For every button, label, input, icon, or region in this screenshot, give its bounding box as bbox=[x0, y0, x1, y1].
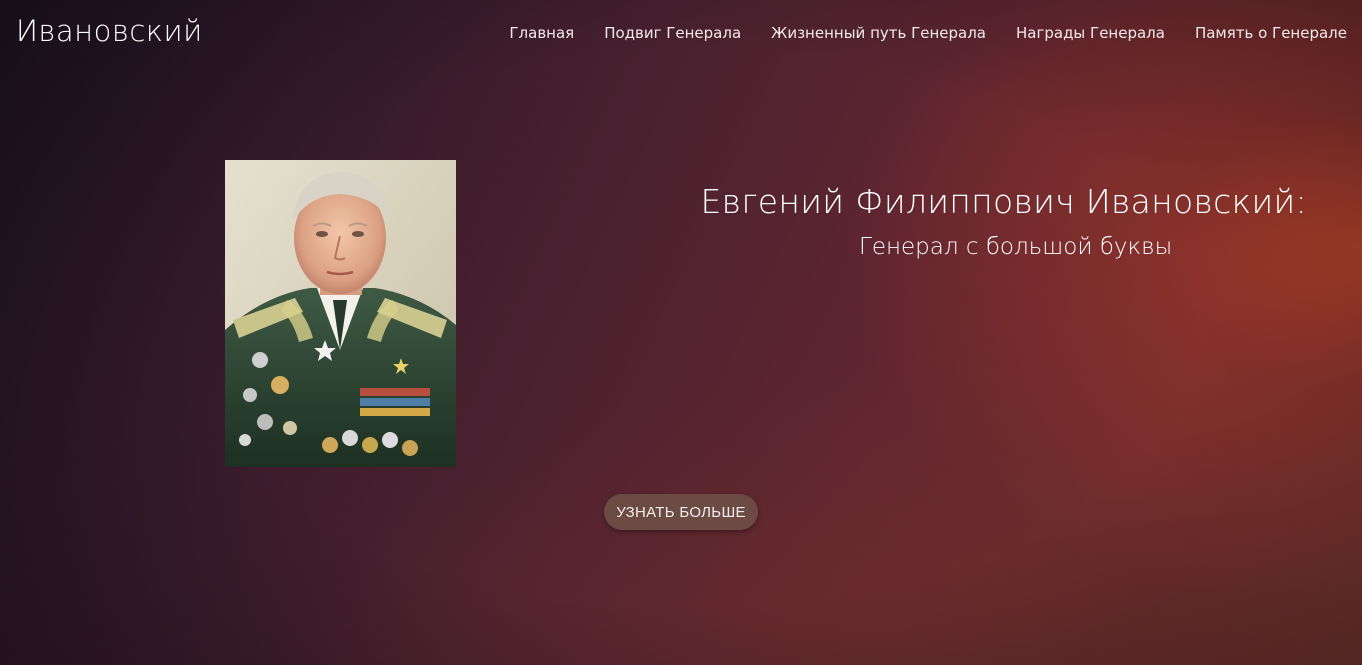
nav-link-feat[interactable]: Подвиг Генерала bbox=[604, 24, 741, 42]
navbar: Ивановский Главная Подвиг Генерала Жизне… bbox=[0, 0, 1362, 68]
nav-link-awards[interactable]: Награды Генерала bbox=[1016, 24, 1165, 42]
learn-more-button[interactable]: УЗНАТЬ БОЛЬШЕ bbox=[604, 494, 758, 530]
background-vignette bbox=[0, 0, 1362, 665]
hero-subtitle: Генерал с большой буквы bbox=[859, 234, 1173, 260]
hero-title: Евгений Филиппович Ивановский: bbox=[700, 182, 1307, 221]
nav-links: Главная Подвиг Генерала Жизненный путь Г… bbox=[509, 24, 1347, 42]
portrait-illustration bbox=[225, 160, 456, 467]
general-portrait-image bbox=[225, 160, 456, 467]
nav-link-memory[interactable]: Память о Генерале bbox=[1195, 24, 1347, 42]
nav-link-life-path[interactable]: Жизненный путь Генерала bbox=[771, 24, 986, 42]
nav-link-home[interactable]: Главная bbox=[509, 24, 574, 42]
brand-logo-link[interactable]: Ивановский bbox=[16, 14, 203, 48]
